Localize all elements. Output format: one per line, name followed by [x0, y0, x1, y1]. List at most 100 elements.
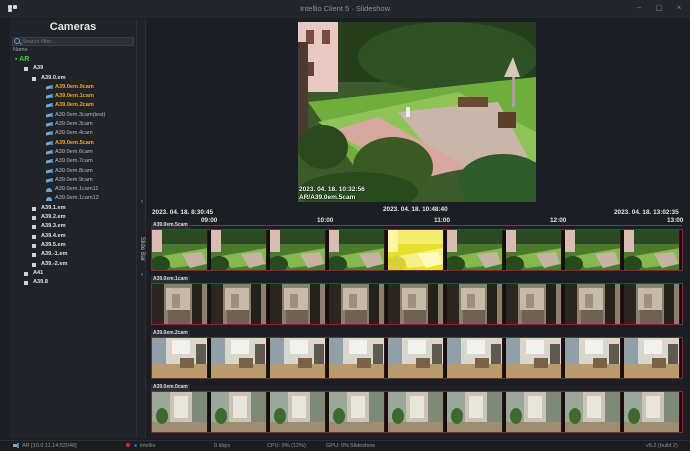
- thumbnail-frame[interactable]: [506, 230, 562, 270]
- camera-strip[interactable]: A39.0em.5cam: [151, 222, 683, 273]
- thumbnail-frame[interactable]: [506, 392, 562, 432]
- thumbnail-frame[interactable]: [270, 284, 326, 324]
- expand-toggle-icon[interactable]: [24, 67, 28, 72]
- camera-tree-item[interactable]: A39.0em.1cam11: [10, 185, 136, 194]
- slide-bar-label: Slide Bar: [139, 236, 145, 262]
- tree-group-item[interactable]: A39: [10, 64, 136, 73]
- camera-icon: [46, 140, 54, 146]
- thumbnail-frame[interactable]: [211, 392, 267, 432]
- expand-toggle-icon[interactable]: [32, 234, 36, 239]
- thumbnail-frame[interactable]: [388, 284, 444, 324]
- thumbnail-frame[interactable]: [388, 338, 444, 378]
- collapse-arrow-icon-lower[interactable]: ‹: [139, 272, 145, 278]
- camera-tree-item[interactable]: A39.0em.7cam: [10, 157, 136, 166]
- tree-group-item[interactable]: A39.3.em: [10, 222, 136, 231]
- thumbnail-frame[interactable]: [447, 338, 503, 378]
- expand-toggle-icon[interactable]: [32, 253, 36, 258]
- thumbnail-frame[interactable]: [211, 230, 267, 270]
- thumbnail-frame[interactable]: [447, 230, 503, 270]
- tree-group-item[interactable]: A39.1.em: [10, 204, 136, 213]
- search-input[interactable]: [22, 38, 132, 45]
- strip-frames[interactable]: [151, 283, 683, 325]
- tree-group-item[interactable]: A39.5.em: [10, 241, 136, 250]
- tree-root-item[interactable]: ▪ AR: [10, 55, 136, 64]
- tree-group-item[interactable]: A39.0.em: [10, 74, 136, 83]
- camera-tree-item[interactable]: A39.0em.3cam: [10, 120, 136, 129]
- camera-strip[interactable]: A39.0em.0cam: [151, 384, 683, 435]
- thumbnail-frame[interactable]: [624, 392, 680, 432]
- status-mode: Slideshow: [350, 443, 376, 449]
- tree-group-item[interactable]: A41: [10, 269, 136, 278]
- tree-group-item[interactable]: A39.4.em: [10, 232, 136, 241]
- camera-tree-item[interactable]: A39.0em.0cam: [10, 83, 136, 92]
- thumbnail-frame[interactable]: [152, 338, 208, 378]
- expand-toggle-icon[interactable]: [24, 281, 28, 286]
- slide-bar[interactable]: ‹ Slide Bar ‹: [136, 19, 146, 438]
- thumbnail-frame[interactable]: [624, 284, 680, 324]
- tree-group-item[interactable]: A39.-2.em: [10, 260, 136, 269]
- collapse-arrow-icon[interactable]: ‹: [139, 199, 145, 205]
- expand-toggle-icon[interactable]: [32, 216, 36, 221]
- thumbnail-frame[interactable]: [152, 284, 208, 324]
- tree-group-item[interactable]: A39.8: [10, 278, 136, 287]
- thumbnail-frame[interactable]: [565, 284, 621, 324]
- expand-toggle-icon[interactable]: [32, 206, 36, 211]
- thumbnail-frame[interactable]: [329, 392, 385, 432]
- thumbnail-frame[interactable]: [624, 230, 680, 270]
- tree-group-item[interactable]: A39.-1.em: [10, 250, 136, 259]
- thumbnail-frame[interactable]: [329, 284, 385, 324]
- live-video-view[interactable]: 2023. 04. 18. 10:32:56 AR/A39.0em.5cam: [298, 22, 536, 202]
- camera-strip[interactable]: A39.0em.2cam: [151, 330, 683, 381]
- camera-tree-item[interactable]: A39.0em.1cam12: [10, 194, 136, 203]
- record-indicator-icon: [126, 443, 130, 447]
- thumbnail-frame[interactable]: [506, 338, 562, 378]
- thumbnail-frame[interactable]: [447, 392, 503, 432]
- thumbnail-frame[interactable]: [270, 230, 326, 270]
- timeline-start: 2023. 04. 18. 8:30:45: [152, 209, 214, 216]
- thumbnail-frame[interactable]: [447, 284, 503, 324]
- expand-toggle-icon[interactable]: [32, 76, 36, 81]
- camera-tree-item[interactable]: A39.0em.6cam: [10, 148, 136, 157]
- camera-icon: [46, 122, 54, 127]
- tree-group-item[interactable]: A39.2.em: [10, 213, 136, 222]
- camera-tree-item[interactable]: A39.0em.8cam: [10, 167, 136, 176]
- camera-tree-item[interactable]: A39.0em.4cam: [10, 129, 136, 138]
- maximize-button[interactable]: ▢: [654, 3, 664, 12]
- camera-tree-item[interactable]: A39.0em.5cam: [10, 139, 136, 148]
- status-gpu: GPU: 0%: [326, 443, 349, 449]
- thumbnail-frame[interactable]: [211, 338, 267, 378]
- thumbnail-frame[interactable]: [329, 338, 385, 378]
- close-button[interactable]: ×: [674, 3, 684, 12]
- thumbnail-frame[interactable]: [624, 338, 680, 378]
- thumbnail-frame[interactable]: [270, 392, 326, 432]
- thumbnail-frame[interactable]: [152, 392, 208, 432]
- thumbnail-frame[interactable]: [270, 338, 326, 378]
- expand-toggle-icon[interactable]: [24, 271, 28, 276]
- thumbnail-frame[interactable]: [388, 230, 444, 270]
- search-box[interactable]: [12, 37, 134, 46]
- thumbnail-frame[interactable]: [152, 230, 208, 270]
- thumbnail-frame[interactable]: [329, 230, 385, 270]
- tree-item-label: A41: [33, 269, 44, 276]
- thumbnail-frame[interactable]: [211, 284, 267, 324]
- strip-frames[interactable]: [151, 337, 683, 379]
- column-header-name[interactable]: Name: [13, 47, 136, 54]
- expand-toggle-icon[interactable]: [32, 243, 36, 248]
- camera-tree-item[interactable]: A39.0em.2cam: [10, 101, 136, 110]
- camera-tree-item[interactable]: A39.0em.3cam(test): [10, 111, 136, 120]
- strip-frames[interactable]: [151, 391, 683, 433]
- thumbnail-frame[interactable]: [565, 392, 621, 432]
- thumbnail-frame[interactable]: [388, 392, 444, 432]
- camera-icon: [46, 177, 54, 183]
- camera-tree-item[interactable]: A39.0em.1cam: [10, 92, 136, 101]
- expand-toggle-icon[interactable]: [32, 262, 36, 267]
- camera-icon: [46, 112, 54, 118]
- camera-tree-item[interactable]: A39.0em.9cam: [10, 176, 136, 185]
- thumbnail-frame[interactable]: [565, 338, 621, 378]
- thumbnail-frame[interactable]: [565, 230, 621, 270]
- minimize-button[interactable]: –: [634, 3, 644, 12]
- expand-toggle-icon[interactable]: [32, 225, 36, 230]
- thumbnail-frame[interactable]: [506, 284, 562, 324]
- camera-strip[interactable]: A39.0em.1cam: [151, 276, 683, 327]
- strip-frames[interactable]: [151, 229, 683, 271]
